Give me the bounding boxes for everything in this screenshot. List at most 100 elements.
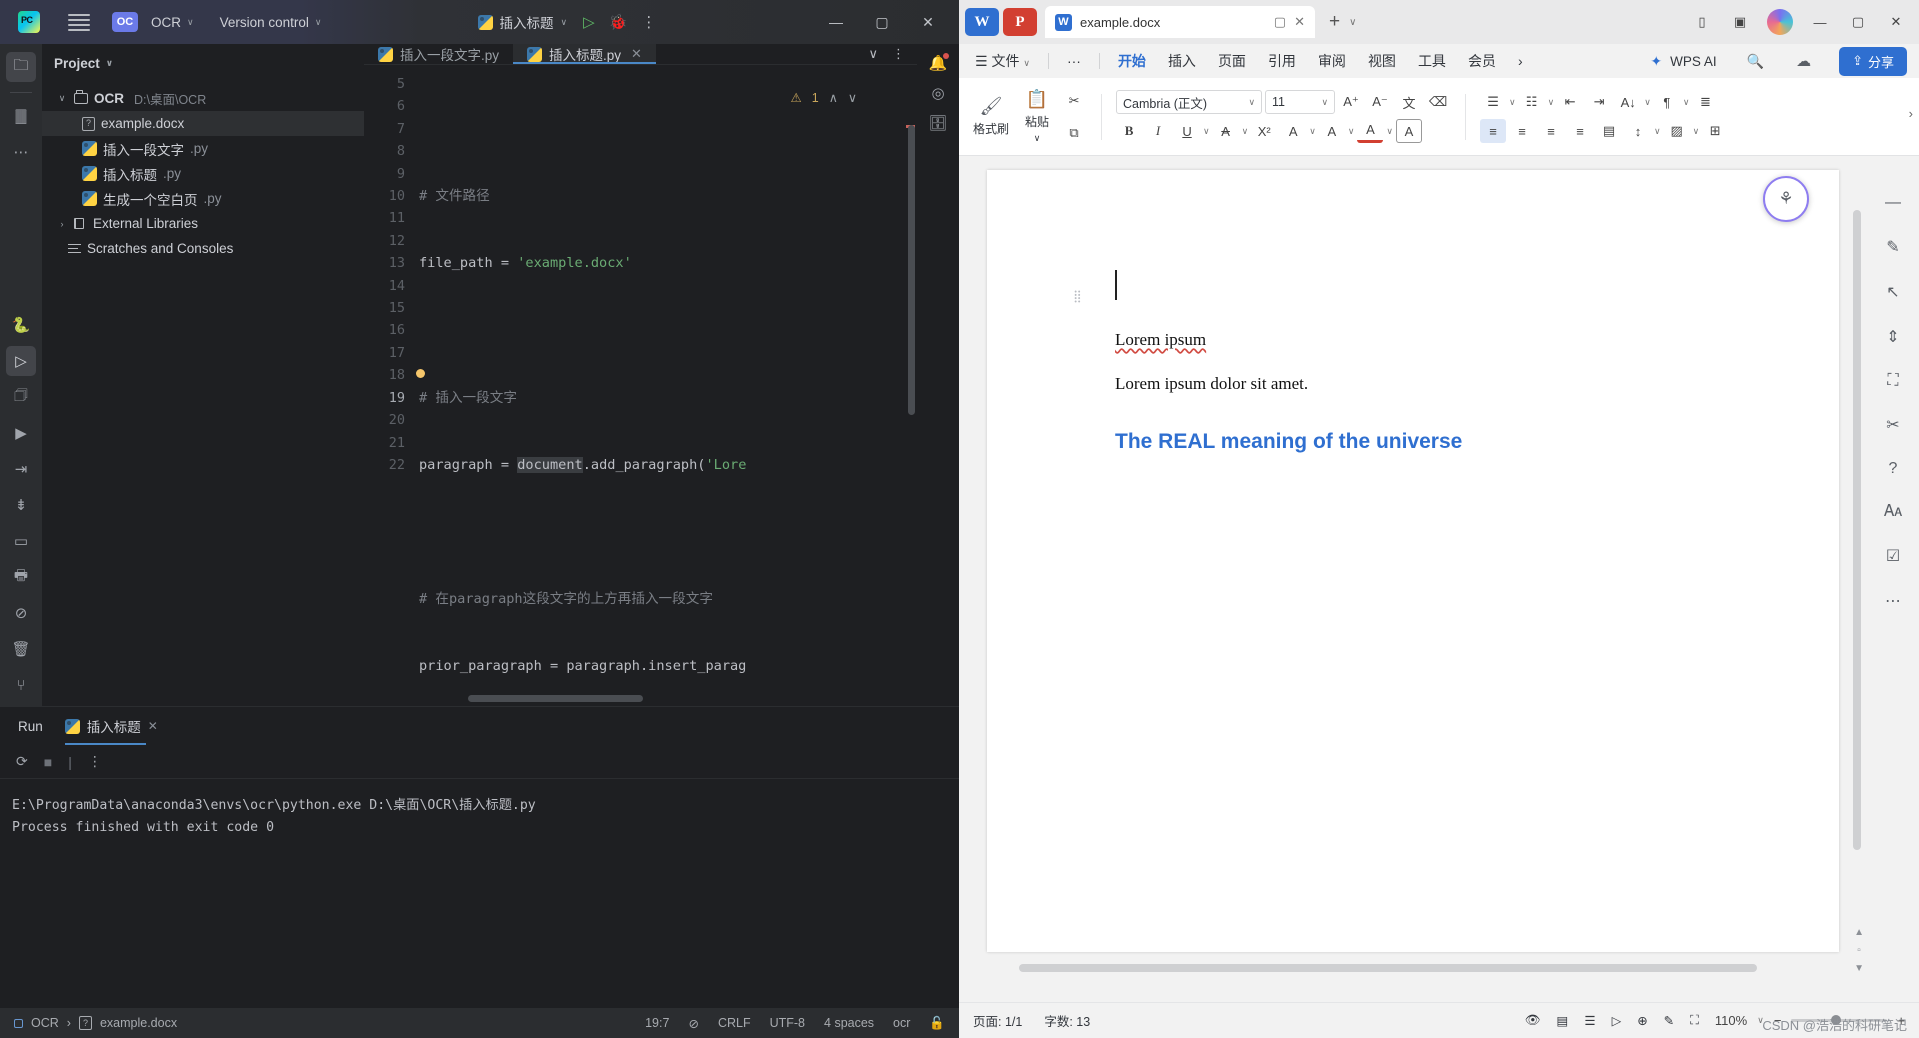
unlocked-icon[interactable]: 🔓 (929, 1016, 945, 1031)
tree-item-ocr[interactable]: ∨ OCR D:\桌面\OCR (42, 86, 364, 111)
document-horizontal-scrollbar[interactable] (1019, 964, 1757, 972)
share-button[interactable]: ⇪ 分享 (1839, 46, 1907, 76)
document-check-icon[interactable]: ☑ (1886, 546, 1900, 566)
minimize-button[interactable]: — (1803, 7, 1837, 37)
editor-horizontal-scrollbar[interactable] (468, 695, 643, 702)
project-selector[interactable]: OC OCR ∨ (106, 8, 200, 36)
chevron-down-icon[interactable]: ∨ (868, 46, 878, 62)
increase-indent-button[interactable]: ⇥ (1586, 90, 1612, 114)
paragraph-layout-icon[interactable]: ⇕ (1886, 327, 1899, 347)
borders-button[interactable]: ⊞ (1702, 119, 1728, 143)
python-console-icon[interactable]: 🐍 (6, 310, 36, 340)
close-icon[interactable]: ✕ (148, 719, 158, 733)
italic-button[interactable]: I (1145, 119, 1171, 143)
align-right-button[interactable]: ≡ (1538, 119, 1564, 143)
wps-ai-entry[interactable]: ✦ WPS AI (1650, 53, 1716, 70)
document-tab[interactable]: W example.docx ▢ ✕ (1045, 6, 1315, 38)
run-configuration-selector[interactable]: 插入标题 ∨ (477, 12, 567, 32)
pinyin-guide-icon[interactable]: 文 (1396, 90, 1422, 114)
format-painter-button[interactable]: 🖌 格式刷 (969, 96, 1013, 137)
version-control-tool-icon[interactable]: ⑂ (6, 670, 36, 700)
pen-annotate-icon[interactable]: ✎ (1886, 237, 1899, 257)
decrease-indent-button[interactable]: ⇤ (1557, 90, 1583, 114)
editor-tab-insert-heading[interactable]: 插入标题.py ✕ (513, 44, 656, 64)
sidebar-toggle-icon[interactable]: ▯ (1685, 7, 1719, 37)
run-session-tab[interactable]: 插入标题 ✕ (64, 707, 158, 745)
new-tab-icon[interactable]: + (1329, 11, 1340, 33)
search-icon[interactable]: 🔍 (1747, 53, 1764, 70)
database-icon[interactable]: 🗄 (928, 114, 947, 132)
close-button[interactable]: ✕ (905, 0, 951, 44)
web-layout-icon[interactable]: ⊕ (1637, 1013, 1647, 1028)
tab-view[interactable]: 视图 (1364, 48, 1400, 74)
debug-bug-icon[interactable]: 🐞 (609, 13, 628, 31)
tab-review[interactable]: 审阅 (1314, 48, 1350, 74)
help-icon[interactable]: ? (1889, 460, 1898, 478)
align-left-button[interactable]: ≡ (1480, 119, 1507, 143)
distribute-button[interactable]: ▤ (1596, 119, 1622, 143)
document-heading-1[interactable]: The REAL meaning of the universe (1115, 430, 1462, 454)
page-view-icon[interactable]: ▤ (1557, 1013, 1569, 1028)
project-panel-header[interactable]: Project ∨ (42, 44, 364, 82)
breadcrumb-file[interactable]: example.docx (100, 1016, 177, 1030)
page-indicator[interactable]: 页面: 1/1 (973, 1011, 1022, 1030)
close-button[interactable]: ✕ (1879, 7, 1913, 37)
word-count[interactable]: 字数: 13 (1044, 1011, 1090, 1030)
tab-tools[interactable]: 工具 (1414, 48, 1450, 74)
ribbon-expand-icon[interactable]: › (1909, 106, 1913, 121)
wps-writer-logo-icon[interactable]: W (965, 8, 999, 36)
document-vertical-scrollbar[interactable] (1853, 210, 1861, 924)
delete-icon[interactable]: 🗑 (6, 634, 36, 664)
document-paragraph-2[interactable]: Lorem ipsum dolor sit amet. (1115, 374, 1308, 394)
web-view-icon[interactable]: ▷ (1612, 1013, 1622, 1028)
zoom-level[interactable]: 110% (1715, 1013, 1747, 1028)
tree-item-insert-text-py[interactable]: 插入一段文字 .py (42, 136, 364, 161)
debug-tool-icon[interactable]: ▶ (6, 418, 36, 448)
translate-icon[interactable]: 🗛 (1884, 503, 1902, 521)
menu-overflow-icon[interactable]: ··· (1063, 50, 1085, 72)
maximize-button[interactable]: ▢ (1841, 7, 1875, 37)
tree-item-scratches[interactable]: Scratches and Consoles (42, 236, 364, 261)
code-editor[interactable]: 5 6 7 8 9 10 11 12 13 14 15 16 17 18 19 … (364, 65, 917, 706)
highlight-button[interactable]: A (1319, 119, 1345, 143)
fullscreen-icon[interactable]: ⛶ (1690, 1013, 1699, 1028)
python-interpreter[interactable]: ocr (893, 1016, 910, 1030)
tree-item-blank-page-py[interactable]: 生成一个空白页 .py (42, 186, 364, 211)
underline-button[interactable]: U (1174, 119, 1200, 143)
document-page[interactable]: ⣿ Lorem ipsum Lorem ipsum dolor sit amet… (987, 170, 1839, 952)
cloud-icon[interactable]: ☁ (1796, 52, 1811, 70)
wps-pdf-logo-icon[interactable]: P (1003, 8, 1037, 36)
problems-icon[interactable]: ⊘ (6, 598, 36, 628)
line-number-with-inspection[interactable]: 18 (364, 364, 425, 386)
font-color-button[interactable]: A (1357, 119, 1384, 143)
structure-tool-icon[interactable]: 🀫 (6, 101, 36, 131)
tab-member[interactable]: 会员 (1464, 48, 1500, 74)
restore-icon[interactable]: ▢ (1274, 14, 1286, 30)
tab-reference[interactable]: 引用 (1264, 48, 1300, 74)
tab-start[interactable]: 开始 (1114, 48, 1150, 80)
editor-vertical-scrollbar[interactable] (908, 125, 915, 415)
minimize-button[interactable]: — (813, 0, 859, 44)
maximize-button[interactable]: ▢ (859, 0, 905, 44)
project-tool-icon[interactable]: 🗀 (6, 52, 36, 82)
chevron-up-icon[interactable]: ∧ (829, 90, 838, 105)
bullets-button[interactable]: ☰ (1480, 90, 1506, 114)
run-console[interactable]: E:\ProgramData\anaconda3\envs\ocr\python… (0, 779, 959, 1008)
document-paragraph-1[interactable]: Lorem ipsum (1115, 330, 1206, 350)
menu-file[interactable]: ☰ 文件 ∨ (971, 48, 1034, 74)
superscript-button[interactable]: X² (1251, 119, 1277, 143)
inspection-widget[interactable]: ⚠ 1 ∧ ∨ (791, 90, 857, 106)
wrap-lines-icon[interactable]: ⇥ (6, 454, 36, 484)
more-tools-icon[interactable]: ⋯ (1885, 591, 1901, 611)
bold-button[interactable]: B (1116, 119, 1142, 143)
screenshot-icon[interactable]: ⛶ (1887, 372, 1898, 390)
shrink-font-icon[interactable]: A⁻ (1367, 90, 1393, 114)
more-vertical-icon[interactable]: ⋮ (641, 13, 656, 31)
rerun-icon[interactable]: ⟳ (16, 753, 28, 770)
chevron-down-icon[interactable]: ∨ (848, 90, 857, 105)
page-select-icon[interactable]: ▫ (1857, 945, 1861, 956)
terminal-icon[interactable]: ▭ (6, 526, 36, 556)
text-effect-button[interactable]: A (1280, 119, 1306, 143)
cube-icon[interactable]: ▣ (1723, 7, 1757, 37)
more-tools-icon[interactable]: ⋯ (6, 137, 36, 167)
